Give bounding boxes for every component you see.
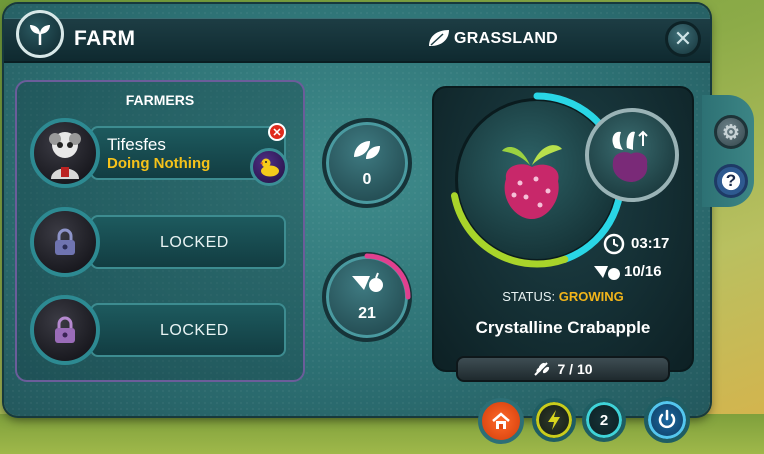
seeds-value: 0: [362, 171, 372, 188]
produce-icon: [352, 272, 383, 292]
locked-slot-avatar: [30, 207, 100, 277]
lightning-icon: [548, 410, 560, 430]
power-icon: [658, 409, 676, 429]
home-icon: [492, 412, 510, 429]
farmer-avatar[interactable]: [30, 118, 100, 188]
clock-icon: [603, 233, 625, 255]
status-value: GROWING: [558, 289, 624, 304]
help-icon: ?: [725, 171, 737, 190]
farm-badge: [16, 10, 64, 58]
crop-upgrade-icon: [612, 130, 648, 182]
crabapple-icon: [502, 145, 562, 219]
lock-icon: [55, 228, 75, 255]
home-button[interactable]: [478, 398, 524, 444]
wheat-icon: [534, 362, 550, 376]
crop-name: Crystalline Crabapple: [475, 318, 651, 337]
farmer-name: Tifesfes: [107, 135, 166, 154]
produce-icon: [594, 266, 620, 280]
page-title: FARM: [74, 27, 136, 50]
close-icon: ✕: [673, 26, 693, 51]
workers-count: 2: [599, 411, 609, 429]
seeds-icon: [354, 141, 380, 159]
crop-yield: 10/16: [624, 263, 662, 280]
gear-icon: ⚙: [722, 121, 740, 144]
settings-button[interactable]: ⚙: [714, 115, 748, 149]
leaf-icon: [429, 30, 449, 46]
locked-slot-avatar: [30, 295, 100, 365]
companion-button[interactable]: [250, 148, 288, 186]
harvests-count: 7 / 10: [557, 361, 593, 377]
energy-button[interactable]: [532, 398, 576, 442]
crop-timer: 03:17: [631, 235, 670, 252]
workers-count-button[interactable]: 2: [582, 398, 626, 442]
region-name: GRASSLAND: [454, 30, 559, 47]
farmer-portrait-icon: [49, 132, 81, 179]
harvest-value: 21: [358, 305, 376, 322]
farmer-activity: Doing Nothing: [107, 155, 211, 172]
duck-icon: [260, 158, 279, 177]
close-button[interactable]: ✕: [665, 21, 701, 57]
status-label: STATUS:: [502, 289, 556, 304]
close-icon: ✕: [272, 126, 282, 139]
locked-label: LOCKED: [160, 322, 229, 339]
power-button[interactable]: [644, 397, 690, 443]
lock-icon: [55, 316, 75, 343]
farmers-title: FARMERS: [125, 92, 195, 108]
remove-farmer-button[interactable]: ✕: [268, 123, 286, 141]
crop-status: STATUS: GROWING: [432, 289, 694, 304]
help-button[interactable]: ?: [714, 164, 748, 198]
locked-label: LOCKED: [160, 234, 229, 251]
seeds-counter[interactable]: [322, 118, 412, 208]
harvests-bar: 7 / 10: [456, 356, 670, 382]
harvest-progress-ring: [364, 253, 411, 300]
sprout-icon: [30, 25, 50, 45]
